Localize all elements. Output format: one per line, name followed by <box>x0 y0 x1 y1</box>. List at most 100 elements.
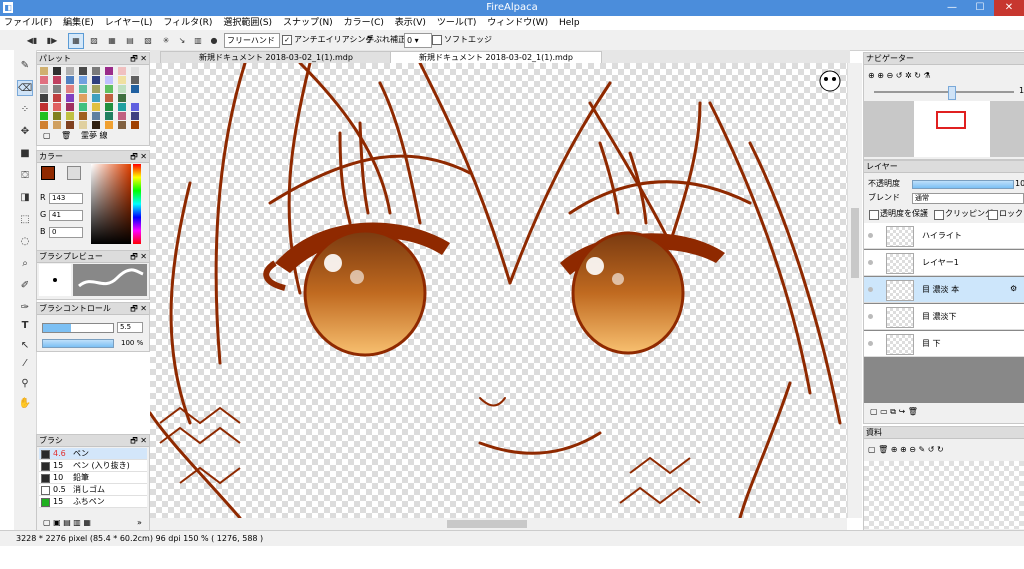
magic-wand-tool-icon[interactable]: ⌕ <box>17 256 33 272</box>
palette-swatch[interactable] <box>40 67 48 75</box>
panel-buttons[interactable]: 🗗 ✕ <box>130 303 147 314</box>
palette-swatch[interactable] <box>40 85 48 93</box>
palette-swatch[interactable] <box>105 121 113 129</box>
palette-swatch[interactable] <box>92 85 100 93</box>
palette-swatch[interactable] <box>66 85 74 93</box>
palette-swatch[interactable] <box>131 121 139 129</box>
brush-item[interactable]: 15 ペン (入り抜き) <box>39 460 147 472</box>
menu-layer[interactable]: レイヤー(L) <box>105 16 153 30</box>
snap-horizontal-icon[interactable]: ▤ <box>122 33 138 49</box>
palette-swatch[interactable] <box>131 67 139 75</box>
palette-swatch[interactable] <box>118 85 126 93</box>
panel-buttons[interactable]: 🗗 ✕ <box>130 435 147 446</box>
palette-swatch[interactable] <box>40 76 48 84</box>
palette-swatch[interactable] <box>53 94 61 102</box>
palette-swatch[interactable] <box>105 67 113 75</box>
operation-tool-icon[interactable]: ↖ <box>17 338 33 354</box>
menu-help[interactable]: Help <box>559 16 580 30</box>
snap-grid-icon[interactable]: ▦ <box>104 33 120 49</box>
visibility-icon[interactable] <box>868 341 873 346</box>
vertical-scrollbar[interactable] <box>847 63 862 518</box>
bucket-tool-icon[interactable]: ⛋ <box>17 168 33 184</box>
menu-window[interactable]: ウィンドウ(W) <box>487 16 548 30</box>
pen-tool-icon[interactable]: ✎ <box>17 58 33 74</box>
menu-filter[interactable]: フィルタ(R) <box>163 16 212 30</box>
palette-swatch[interactable] <box>131 103 139 111</box>
panel-buttons[interactable]: 🗗 ✕ <box>130 151 147 162</box>
navigator-tools[interactable]: ⊕ ⊕ ⊖ ↺ ✲ ↻ ⚗ <box>868 71 931 81</box>
palette-swatch[interactable] <box>53 103 61 111</box>
palette-swatch[interactable] <box>66 121 74 129</box>
palette-swatch[interactable] <box>79 67 87 75</box>
palette-swatch[interactable] <box>105 94 113 102</box>
saturation-value-box[interactable] <box>91 164 131 244</box>
correction-select[interactable]: 0 ▾ <box>404 33 432 48</box>
brush-opacity-slider[interactable] <box>42 339 114 348</box>
palette-swatch[interactable] <box>53 121 61 129</box>
new-palette-icon[interactable]: ▢ <box>43 131 51 141</box>
visibility-icon[interactable] <box>868 260 873 265</box>
visibility-icon[interactable] <box>868 287 873 292</box>
delete-palette-icon[interactable]: 🗑 <box>61 131 71 141</box>
panel-buttons[interactable]: 🗗 ✕ <box>130 251 147 262</box>
visibility-icon[interactable] <box>868 233 873 238</box>
material-tools[interactable]: ▢ 🗑 ⊕ ⊕ ⊖ ✎ ↺ ↻ <box>868 445 944 455</box>
r-field[interactable]: 143 <box>49 193 83 204</box>
palette-swatch[interactable] <box>79 103 87 111</box>
palette-swatch[interactable] <box>40 112 48 120</box>
palette-swatch[interactable] <box>66 103 74 111</box>
palette-swatch[interactable] <box>66 76 74 84</box>
palette-swatch[interactable] <box>92 76 100 84</box>
palette-swatch[interactable] <box>79 121 87 129</box>
palette-swatch[interactable] <box>53 112 61 120</box>
menu-color[interactable]: カラー(C) <box>344 16 384 30</box>
palette-swatch[interactable] <box>105 103 113 111</box>
eraser-tool-icon[interactable]: ⌫ <box>17 80 33 96</box>
snap-parallel-icon[interactable]: ▨ <box>86 33 102 49</box>
palette-swatch[interactable] <box>79 85 87 93</box>
dot-tool-icon[interactable]: ⁘ <box>17 102 33 118</box>
hand-tool-icon[interactable]: ✋ <box>17 396 33 412</box>
palette-swatch[interactable] <box>105 112 113 120</box>
palette-swatch[interactable] <box>92 94 100 102</box>
prev-icon[interactable]: ◀▮ <box>24 33 40 49</box>
palette-swatch[interactable] <box>118 76 126 84</box>
palette-swatch[interactable] <box>79 112 87 120</box>
snap-off-icon[interactable]: ▦ <box>68 33 84 49</box>
palette-swatch[interactable] <box>105 76 113 84</box>
palette-swatch[interactable] <box>105 85 113 93</box>
menu-tool[interactable]: ツール(T) <box>437 16 477 30</box>
palette-swatch[interactable] <box>53 67 61 75</box>
brush-size-field[interactable]: 5.5 <box>117 322 143 333</box>
b-field[interactable]: 0 <box>49 227 83 238</box>
snap-radial-icon[interactable]: ✳ <box>158 33 174 49</box>
palette-swatch[interactable] <box>92 103 100 111</box>
select-tool-icon[interactable]: ⬚ <box>17 212 33 228</box>
brush-mode-select[interactable]: フリーハンド ▾ <box>224 33 280 58</box>
palette-swatch[interactable] <box>131 76 139 84</box>
layer-row[interactable]: 目 濃淡 本 ⚙ <box>864 277 1024 303</box>
menu-edit[interactable]: 編集(E) <box>63 16 94 30</box>
palette-swatch[interactable] <box>66 67 74 75</box>
close-button[interactable]: ✕ <box>994 0 1024 16</box>
snap-diagonal-icon[interactable]: ▧ <box>140 33 156 49</box>
visibility-icon[interactable] <box>868 314 873 319</box>
navigator-preview[interactable] <box>864 101 1024 157</box>
move-tool-icon[interactable]: ✥ <box>17 124 33 140</box>
select-eraser-tool-icon[interactable]: ✑ <box>17 300 33 316</box>
hue-slider[interactable] <box>133 164 141 244</box>
layer-row[interactable]: レイヤー1 <box>864 250 1024 276</box>
palette-swatch[interactable] <box>118 67 126 75</box>
palette-swatch[interactable] <box>40 103 48 111</box>
text-tool-icon[interactable]: T <box>17 318 33 334</box>
divide-tool-icon[interactable]: ⁄ <box>17 356 33 372</box>
protect-alpha-checkbox[interactable] <box>869 210 879 220</box>
brush-item[interactable]: 0.5 消しゴム <box>39 484 147 496</box>
palette-swatch[interactable] <box>118 94 126 102</box>
eyedropper-tool-icon[interactable]: ⚲ <box>17 376 33 392</box>
menu-snap[interactable]: スナップ(N) <box>283 16 333 30</box>
palette-swatch[interactable] <box>92 112 100 120</box>
palette-swatch[interactable] <box>118 112 126 120</box>
brush-item[interactable]: 15 ふちペン <box>39 496 147 508</box>
layer-row[interactable]: 目 濃淡下 <box>864 304 1024 330</box>
